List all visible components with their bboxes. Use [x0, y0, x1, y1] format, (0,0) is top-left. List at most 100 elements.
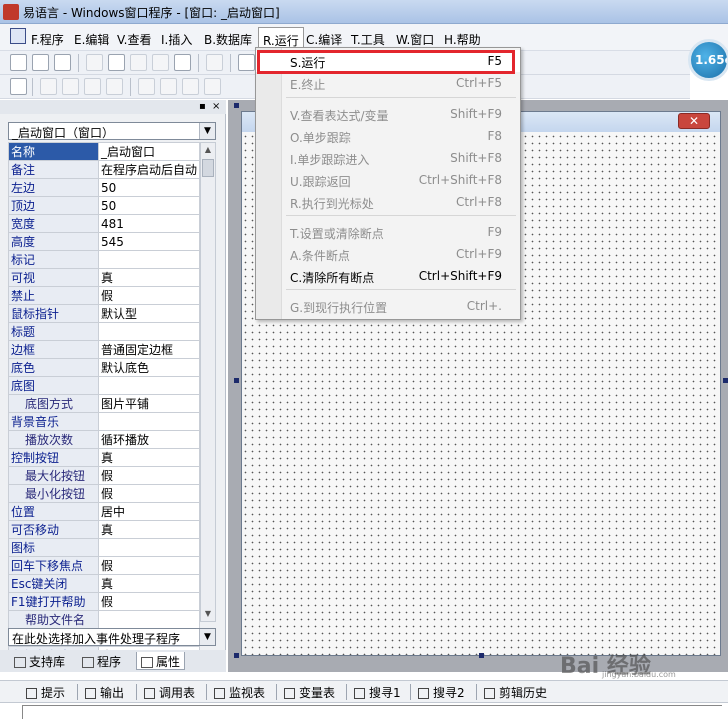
property-row[interactable]: 回车下移焦点假 — [8, 556, 200, 575]
property-value[interactable]: 481 — [98, 214, 200, 233]
tab-watch-table[interactable]: 监视表 — [214, 684, 265, 702]
tab-hint[interactable]: 提示 — [26, 684, 65, 702]
panel-pin-icon[interactable]: ▪ — [199, 101, 206, 112]
menu-edit[interactable]: E.编辑 — [74, 31, 109, 48]
property-row[interactable]: 左边 50 — [8, 178, 200, 197]
property-scrollbar[interactable]: ▲ ▼ — [200, 142, 216, 622]
scroll-up-icon[interactable]: ▲ — [201, 143, 215, 157]
object-selector[interactable]: _启动窗口（窗口） ▼ — [8, 122, 216, 140]
property-value[interactable] — [98, 322, 200, 341]
property-value[interactable]: 真 — [98, 520, 200, 539]
menu-help[interactable]: H.帮助 — [444, 31, 481, 48]
resize-handle[interactable] — [479, 653, 484, 658]
property-value[interactable] — [98, 412, 200, 431]
same-width-icon[interactable] — [138, 78, 155, 95]
close-icon[interactable]: ✕ — [678, 113, 710, 129]
table-icon[interactable] — [238, 54, 255, 71]
property-value[interactable]: 真 — [98, 574, 200, 593]
menu-view[interactable]: V.查看 — [117, 31, 151, 48]
property-row[interactable]: 最小化按钮假 — [8, 484, 200, 503]
tab-clip-history[interactable]: 剪辑历史 — [484, 684, 547, 702]
property-value[interactable] — [98, 610, 200, 629]
undo-icon[interactable] — [174, 54, 191, 71]
property-row[interactable]: 边框 普通固定边框 — [8, 340, 200, 359]
tab-search-2[interactable]: 搜寻2 — [418, 684, 465, 702]
chevron-down-icon[interactable]: ▼ — [199, 629, 215, 645]
property-value[interactable]: 假 — [98, 592, 200, 611]
property-value[interactable]: 默认型 — [98, 304, 200, 323]
property-row[interactable]: 备注 在程序启动后自动 — [8, 160, 200, 179]
property-row[interactable]: 鼠标指针 默认型 — [8, 304, 200, 323]
property-row[interactable]: 名称 _启动窗口 — [8, 142, 200, 161]
app-menu-icon[interactable] — [10, 28, 26, 44]
scroll-thumb[interactable] — [202, 159, 214, 177]
property-row[interactable]: 宽度 481 — [8, 214, 200, 233]
property-value[interactable]: 假 — [98, 556, 200, 575]
align-top-icon[interactable] — [106, 78, 123, 95]
redo-icon[interactable] — [152, 54, 169, 71]
menu-insert[interactable]: I.插入 — [161, 31, 192, 48]
property-value[interactable]: 循环播放 — [98, 430, 200, 449]
property-value[interactable] — [98, 376, 200, 395]
cut-icon[interactable] — [86, 54, 103, 71]
menu-database[interactable]: B.数据库 — [204, 31, 252, 48]
paste-icon[interactable] — [130, 54, 147, 71]
property-row[interactable]: 顶边 50 — [8, 196, 200, 215]
property-value[interactable]: 在程序启动后自动 — [98, 160, 200, 179]
align-center-icon[interactable] — [62, 78, 79, 95]
panel-close-icon[interactable]: × — [212, 101, 220, 112]
menu-compile[interactable]: C.编译 — [306, 31, 342, 48]
chevron-down-icon[interactable]: ▼ — [199, 123, 215, 139]
property-row[interactable]: 可视真 — [8, 268, 200, 287]
open-folder-icon[interactable] — [32, 54, 49, 71]
menu-tools[interactable]: T.工具 — [351, 31, 385, 48]
resize-handle[interactable] — [723, 378, 728, 383]
property-value[interactable]: 假 — [98, 286, 200, 305]
tab-support-library[interactable]: 支持库 — [10, 652, 69, 670]
resize-handle[interactable] — [234, 378, 239, 383]
copy-icon[interactable] — [108, 54, 125, 71]
scroll-down-icon[interactable]: ▼ — [201, 607, 215, 621]
property-value[interactable]: 普通固定边框 — [98, 340, 200, 359]
align-left-icon[interactable] — [40, 78, 57, 95]
tab-program[interactable]: 程序 — [78, 652, 125, 670]
property-value[interactable]: 图片平铺 — [98, 394, 200, 413]
same-height-icon[interactable] — [160, 78, 177, 95]
property-row[interactable]: 标记 — [8, 250, 200, 269]
property-value[interactable] — [98, 250, 200, 269]
menu-item[interactable]: C.清除所有断点 Ctrl+Shift+F9 — [256, 265, 520, 287]
event-selector[interactable]: 在此处选择加入事件处理子程序 ▼ — [8, 628, 216, 646]
property-row[interactable]: 底图方式 图片平铺 — [8, 394, 200, 413]
property-row[interactable]: 最大化按钮假 — [8, 466, 200, 485]
property-row[interactable]: 背景音乐 — [8, 412, 200, 431]
resize-handle[interactable] — [234, 103, 239, 108]
property-value[interactable]: 真 — [98, 448, 200, 467]
property-row[interactable]: 底图 — [8, 376, 200, 395]
property-row[interactable]: F1键打开帮助假 — [8, 592, 200, 611]
space-evenly-icon[interactable] — [204, 78, 221, 95]
property-row[interactable]: 高度 545 — [8, 232, 200, 251]
menu-program[interactable]: F.程序 — [31, 31, 64, 48]
property-value[interactable]: 假 — [98, 484, 200, 503]
output-box[interactable] — [22, 705, 722, 719]
property-row[interactable]: 控制按钮真 — [8, 448, 200, 467]
property-row[interactable]: Esc键关闭真 — [8, 574, 200, 593]
property-row[interactable]: 播放次数 循环播放 — [8, 430, 200, 449]
property-row[interactable]: 标题 — [8, 322, 200, 341]
same-size-icon[interactable] — [182, 78, 199, 95]
property-value[interactable]: 居中 — [98, 502, 200, 521]
save-icon[interactable] — [54, 54, 71, 71]
tab-search-1[interactable]: 搜寻1 — [354, 684, 401, 702]
property-value[interactable]: 545 — [98, 232, 200, 251]
property-value[interactable]: 真 — [98, 268, 200, 287]
property-value[interactable]: 50 — [98, 178, 200, 197]
property-value[interactable] — [98, 538, 200, 557]
property-row[interactable]: 位置 居中 — [8, 502, 200, 521]
tab-call-table[interactable]: 调用表 — [144, 684, 195, 702]
layout-icon[interactable] — [10, 78, 27, 95]
tab-output[interactable]: 输出 — [85, 684, 124, 702]
tab-properties[interactable]: 属性 — [136, 652, 186, 670]
property-value[interactable]: _启动窗口 — [98, 142, 200, 161]
property-row[interactable]: 底色 默认底色 — [8, 358, 200, 377]
property-row[interactable]: 帮助文件名 — [8, 610, 200, 629]
